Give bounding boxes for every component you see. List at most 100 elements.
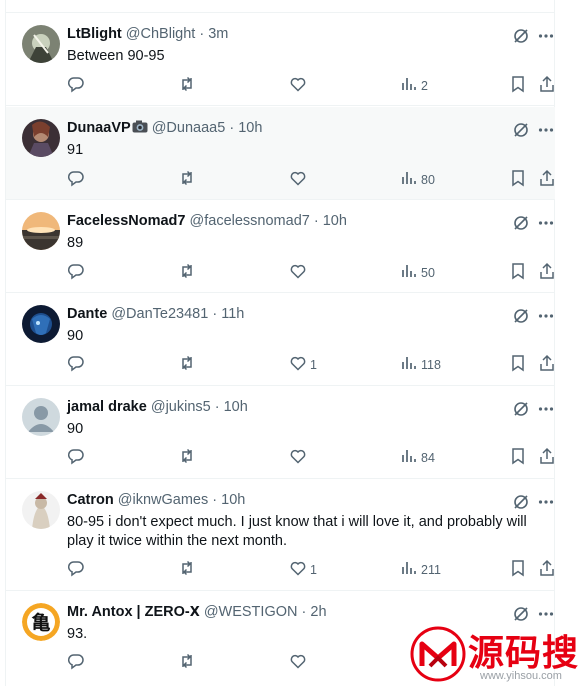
grok-icon[interactable] — [512, 121, 530, 139]
display-name[interactable]: Mr. Antox | ZERO- — [67, 604, 190, 620]
views-button[interactable]: 2 — [400, 76, 428, 96]
user-handle[interactable]: @iknwGames — [118, 492, 208, 508]
repost-button[interactable] — [178, 653, 199, 673]
reply-button[interactable] — [67, 355, 88, 375]
reply-button[interactable] — [67, 76, 88, 96]
more-options-icon[interactable] — [537, 307, 555, 325]
grok-icon[interactable] — [512, 307, 530, 325]
timestamp[interactable]: 3m — [208, 26, 228, 42]
timestamp[interactable]: 10h — [323, 213, 347, 229]
display-name[interactable]: LtBlight — [67, 26, 122, 42]
reply-item[interactable]: FacelessNomad7 @facelessnomad7 · 10h 89 … — [6, 200, 555, 293]
bookmark-button[interactable] — [509, 447, 527, 468]
reply-button[interactable] — [67, 560, 88, 580]
repost-button[interactable] — [178, 355, 199, 375]
avatar[interactable]: 亀 — [22, 603, 60, 641]
like-button[interactable] — [289, 170, 310, 190]
avatar[interactable] — [22, 398, 60, 436]
more-options-icon[interactable] — [537, 493, 555, 511]
reply-item[interactable]: Catron @iknwGames · 10h 80-95 i don't ex… — [6, 479, 555, 591]
avatar[interactable] — [22, 119, 60, 157]
repost-button[interactable] — [178, 76, 199, 96]
views-button[interactable]: 50 — [400, 263, 435, 283]
like-button[interactable] — [289, 263, 310, 283]
repost-button[interactable] — [178, 448, 199, 468]
bookmark-icon — [509, 354, 527, 377]
bookmark-button[interactable] — [509, 169, 527, 190]
repost-button[interactable] — [178, 263, 199, 283]
reply-button[interactable] — [67, 263, 88, 283]
avatar[interactable] — [22, 212, 60, 250]
grok-icon[interactable] — [512, 214, 530, 232]
share-button[interactable] — [538, 559, 556, 580]
user-handle[interactable]: @ChBlight — [126, 26, 196, 42]
display-name[interactable]: FacelessNomad7 — [67, 213, 185, 229]
like-button[interactable] — [289, 76, 310, 96]
reply-button[interactable] — [67, 448, 88, 468]
more-options-icon[interactable] — [537, 400, 555, 418]
reply-item[interactable]: jamal drake @jukins5 · 10h 90 84 — [6, 386, 555, 479]
reply-header: Dante @DanTe23481 · 11h — [67, 305, 244, 323]
timestamp[interactable]: 2h — [310, 604, 326, 620]
action-bar: 80 — [67, 169, 556, 190]
timestamp[interactable]: 10h — [238, 120, 262, 136]
user-handle[interactable]: @Dunaaa5 — [152, 120, 226, 136]
repost-button[interactable] — [178, 560, 199, 580]
views-icon — [400, 447, 418, 470]
reply-icon — [67, 75, 85, 98]
like-button[interactable] — [289, 448, 310, 468]
reply-item[interactable]: Dante @DanTe23481 · 11h 90 1 118 — [6, 293, 555, 386]
reply-text: 89 — [67, 235, 84, 251]
watermark: 源码搜 www.yihsou.com — [408, 622, 584, 686]
timestamp[interactable]: 10h — [224, 399, 248, 415]
like-button[interactable] — [289, 653, 310, 673]
like-button[interactable]: 1 — [289, 355, 317, 375]
share-button[interactable] — [538, 262, 556, 283]
share-button[interactable] — [538, 447, 556, 468]
like-button[interactable]: 1 — [289, 560, 317, 580]
views-button[interactable]: 84 — [400, 448, 435, 468]
display-name[interactable]: Dante — [67, 306, 107, 322]
reply-item[interactable]: LtBlight @ChBlight · 3m Between 90-95 2 — [6, 13, 555, 106]
user-handle[interactable]: @DanTe23481 — [111, 306, 208, 322]
bookmark-button[interactable] — [509, 354, 527, 377]
grok-icon[interactable] — [512, 605, 530, 623]
reply-text: 90 — [67, 421, 84, 437]
views-count: 211 — [421, 563, 441, 577]
reply-header: LtBlight @ChBlight · 3m — [67, 25, 228, 43]
views-button[interactable]: 118 — [400, 355, 441, 375]
grok-icon[interactable] — [512, 400, 530, 418]
more-options-icon[interactable] — [537, 121, 555, 139]
user-handle[interactable]: @facelessnomad7 — [190, 213, 310, 229]
reply-text: 90 — [67, 328, 84, 344]
avatar[interactable] — [22, 25, 60, 63]
more-options-icon[interactable] — [537, 605, 555, 623]
more-options-icon[interactable] — [537, 214, 555, 232]
timestamp[interactable]: 11h — [221, 306, 244, 322]
more-options-icon[interactable] — [537, 27, 555, 45]
grok-icon[interactable] — [512, 27, 530, 45]
bookmark-button[interactable] — [509, 262, 527, 285]
avatar[interactable] — [22, 491, 60, 529]
separator-dot: · — [229, 120, 235, 136]
bookmark-button[interactable] — [509, 75, 527, 96]
display-name[interactable]: DunaaVP — [67, 120, 131, 136]
share-button[interactable] — [538, 75, 556, 96]
display-name[interactable]: Catron — [67, 492, 114, 508]
views-button[interactable]: 80 — [400, 170, 435, 190]
reply-button[interactable] — [67, 170, 88, 190]
share-button[interactable] — [538, 169, 556, 190]
views-button[interactable]: 211 — [400, 560, 441, 580]
user-handle[interactable]: @WESTIGON — [204, 604, 298, 620]
avatar[interactable] — [22, 305, 60, 343]
repost-button[interactable] — [178, 170, 199, 190]
bookmark-icon — [509, 262, 527, 285]
share-button[interactable] — [538, 354, 556, 375]
user-handle[interactable]: @jukins5 — [151, 399, 211, 415]
timestamp[interactable]: 10h — [221, 492, 245, 508]
grok-icon[interactable] — [512, 493, 530, 511]
reply-button[interactable] — [67, 653, 88, 673]
reply-item[interactable]: DunaaVP @Dunaaa5 · 10h 91 80 — [6, 107, 555, 200]
bookmark-button[interactable] — [509, 559, 527, 580]
display-name[interactable]: jamal drake — [67, 399, 147, 415]
